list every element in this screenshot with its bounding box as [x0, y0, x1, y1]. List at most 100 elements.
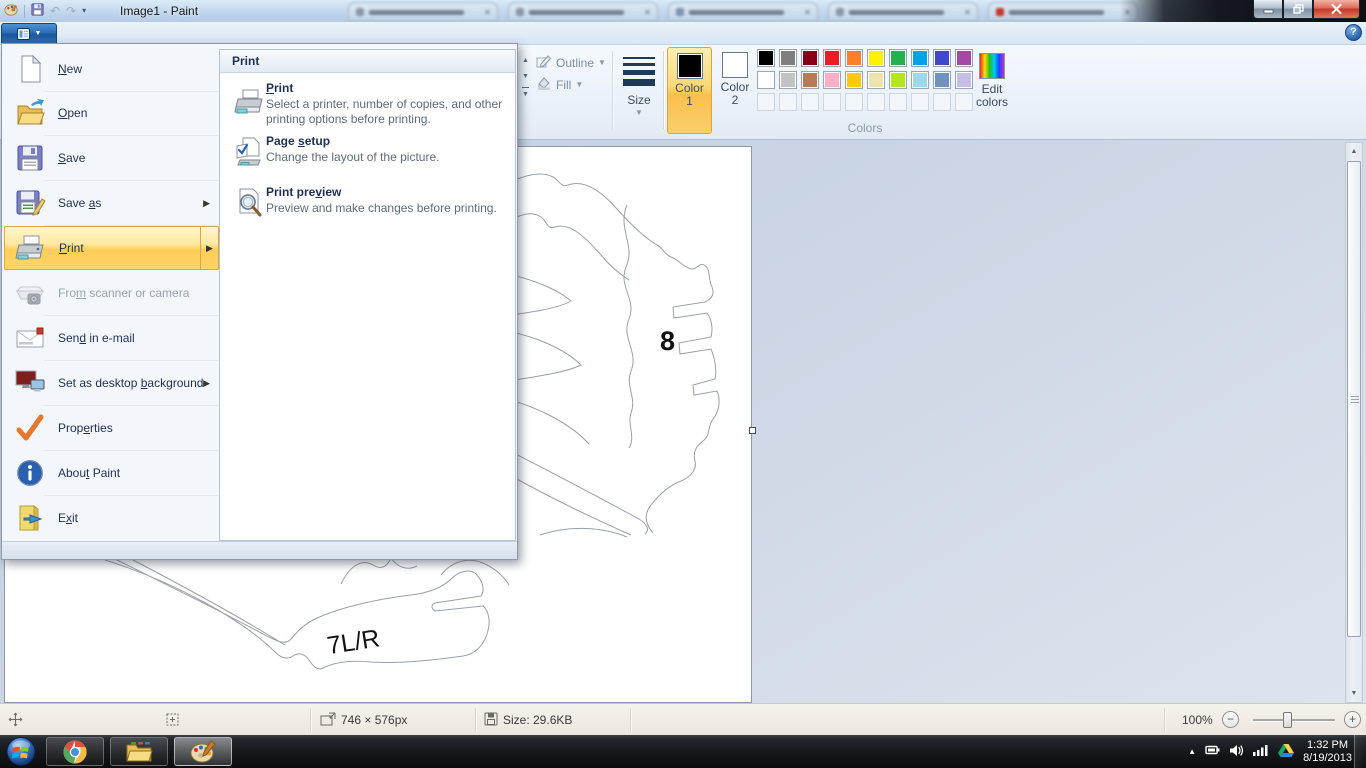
- taskbar-explorer-button[interactable]: [110, 737, 168, 766]
- palette-color-well[interactable]: [757, 49, 775, 67]
- customize-qat-icon[interactable]: ▾: [82, 4, 86, 18]
- taskbar-paint-button[interactable]: [174, 737, 232, 766]
- color1-button[interactable]: Color 1: [667, 47, 712, 134]
- tray-expand-icon[interactable]: ▲: [1188, 747, 1196, 756]
- restore-button[interactable]: [1283, 0, 1313, 19]
- edit-colors-button[interactable]: Edit colors: [966, 49, 1018, 135]
- scrollbar-thumb[interactable]: [1347, 161, 1361, 637]
- palette-empty-well[interactable]: [889, 93, 907, 111]
- tab-favicon: [996, 8, 1004, 16]
- palette-color-well[interactable]: [911, 71, 929, 89]
- tab-favicon: [356, 8, 364, 16]
- file-menu: New Open Save Save as ▶ Print ▶ From sca…: [1, 43, 518, 560]
- scanner-icon: [14, 277, 46, 309]
- zoom-slider-thumb[interactable]: [1283, 712, 1292, 728]
- close-button[interactable]: [1313, 0, 1360, 19]
- canvas-resize-handle[interactable]: [749, 427, 756, 434]
- scroll-down-icon[interactable]: ▼: [1346, 686, 1362, 701]
- outline-button[interactable]: Outline ▼: [536, 53, 606, 72]
- outline-pencil-icon: [536, 53, 552, 72]
- file-menu-item-open[interactable]: Open: [4, 91, 218, 136]
- save-disk-icon: [14, 142, 46, 174]
- palette-color-well[interactable]: [867, 71, 885, 89]
- start-button[interactable]: [2, 736, 40, 768]
- taskbar-chrome-button[interactable]: [46, 737, 104, 766]
- color1-label-line2: 1: [686, 94, 693, 108]
- fill-button[interactable]: Fill ▼: [536, 75, 583, 94]
- statusbar-separator: [630, 708, 631, 732]
- shapes-scroll-up-icon[interactable]: ▲: [522, 55, 529, 67]
- edit-colors-label-line2: colors: [975, 95, 1008, 109]
- submenu-arrow-icon: ▶: [203, 197, 210, 208]
- redo-icon[interactable]: ↷: [66, 4, 76, 18]
- scroll-up-icon[interactable]: ▲: [1346, 144, 1362, 159]
- palette-color-well[interactable]: [779, 49, 797, 67]
- palette-color-well[interactable]: [933, 71, 951, 89]
- palette-color-well[interactable]: [779, 71, 797, 89]
- undo-icon[interactable]: ↶: [50, 4, 60, 18]
- file-menu-item-set-desktop-background[interactable]: Set as desktop background ▶: [4, 361, 218, 406]
- file-menu-item-print[interactable]: Print ▶: [4, 226, 219, 270]
- checkmark-icon: [14, 412, 46, 444]
- clock-time: 1:32 PM: [1307, 738, 1349, 751]
- vertical-scrollbar[interactable]: ▲ ▼: [1345, 142, 1363, 703]
- file-menu-item-properties[interactable]: Properties: [4, 406, 218, 451]
- palette-color-well[interactable]: [823, 49, 841, 67]
- palette-empty-well[interactable]: [867, 93, 885, 111]
- palette-color-well[interactable]: [933, 49, 951, 67]
- shapes-more-icon[interactable]: ▼: [522, 87, 529, 101]
- palette-empty-well[interactable]: [757, 93, 775, 111]
- palette-empty-well[interactable]: [779, 93, 797, 111]
- google-drive-icon[interactable]: [1278, 743, 1295, 760]
- file-menu-item-save-as[interactable]: Save as ▶: [4, 181, 218, 226]
- palette-color-well[interactable]: [911, 49, 929, 67]
- file-menu-item-from-scanner: From scanner or camera: [4, 271, 218, 316]
- zoom-in-button[interactable]: +: [1344, 711, 1361, 728]
- file-menu-item-exit[interactable]: Exit: [4, 496, 218, 540]
- color2-button[interactable]: Color 2: [714, 47, 756, 134]
- clock[interactable]: 1:32 PM 8/19/2013: [1303, 739, 1352, 765]
- file-menu-item-about[interactable]: About Paint: [4, 451, 218, 496]
- zoom-out-button[interactable]: −: [1222, 711, 1239, 728]
- show-desktop-button[interactable]: [1354, 735, 1366, 768]
- status-bar: 746 × 576px Size: 29.6KB 100% − +: [0, 703, 1366, 735]
- palette-color-well[interactable]: [801, 49, 819, 67]
- palette-empty-well[interactable]: [911, 93, 929, 111]
- tab-close-icon: ✕: [804, 8, 811, 17]
- file-menu-item-send-email[interactable]: Send in e-mail: [4, 316, 218, 361]
- file-menu-item-save[interactable]: Save: [4, 136, 218, 181]
- tab-text-blur: [689, 10, 784, 15]
- palette-color-well[interactable]: [823, 71, 841, 89]
- palette-empty-well[interactable]: [801, 93, 819, 111]
- palette-color-well[interactable]: [889, 71, 907, 89]
- minimize-button[interactable]: [1253, 0, 1283, 19]
- shapes-gallery-scroll[interactable]: ▲ ▼ ▼: [519, 55, 532, 115]
- file-menu-button[interactable]: ▼: [1, 23, 57, 44]
- file-size-icon: [484, 712, 498, 729]
- shapes-scroll-down-icon[interactable]: ▼: [522, 71, 529, 83]
- palette-empty-well[interactable]: [823, 93, 841, 111]
- network-signal-icon[interactable]: [1253, 744, 1269, 759]
- file-size: Size: 29.6KB: [503, 713, 573, 727]
- background-browser-tab: ✕: [988, 2, 1138, 21]
- background-browser-tab: ✕: [828, 2, 978, 21]
- palette-color-well[interactable]: [845, 49, 863, 67]
- zoom-slider-track[interactable]: [1253, 719, 1335, 721]
- edit-colors-icon: [979, 53, 1005, 79]
- piece-label-7lr: 7L/R: [325, 624, 382, 660]
- help-icon[interactable]: ?: [1345, 24, 1362, 41]
- menu-footer: [2, 541, 517, 559]
- palette-color-well[interactable]: [801, 71, 819, 89]
- info-icon: [14, 457, 46, 489]
- battery-icon[interactable]: [1205, 744, 1220, 759]
- palette-color-well[interactable]: [889, 49, 907, 67]
- palette-empty-well[interactable]: [845, 93, 863, 111]
- volume-icon[interactable]: [1229, 744, 1244, 760]
- file-menu-item-new[interactable]: New: [4, 47, 218, 92]
- palette-color-well[interactable]: [757, 71, 775, 89]
- size-button[interactable]: Size ▼: [616, 49, 662, 135]
- save-icon[interactable]: [31, 3, 44, 19]
- palette-empty-well[interactable]: [933, 93, 951, 111]
- palette-color-well[interactable]: [867, 49, 885, 67]
- palette-color-well[interactable]: [845, 71, 863, 89]
